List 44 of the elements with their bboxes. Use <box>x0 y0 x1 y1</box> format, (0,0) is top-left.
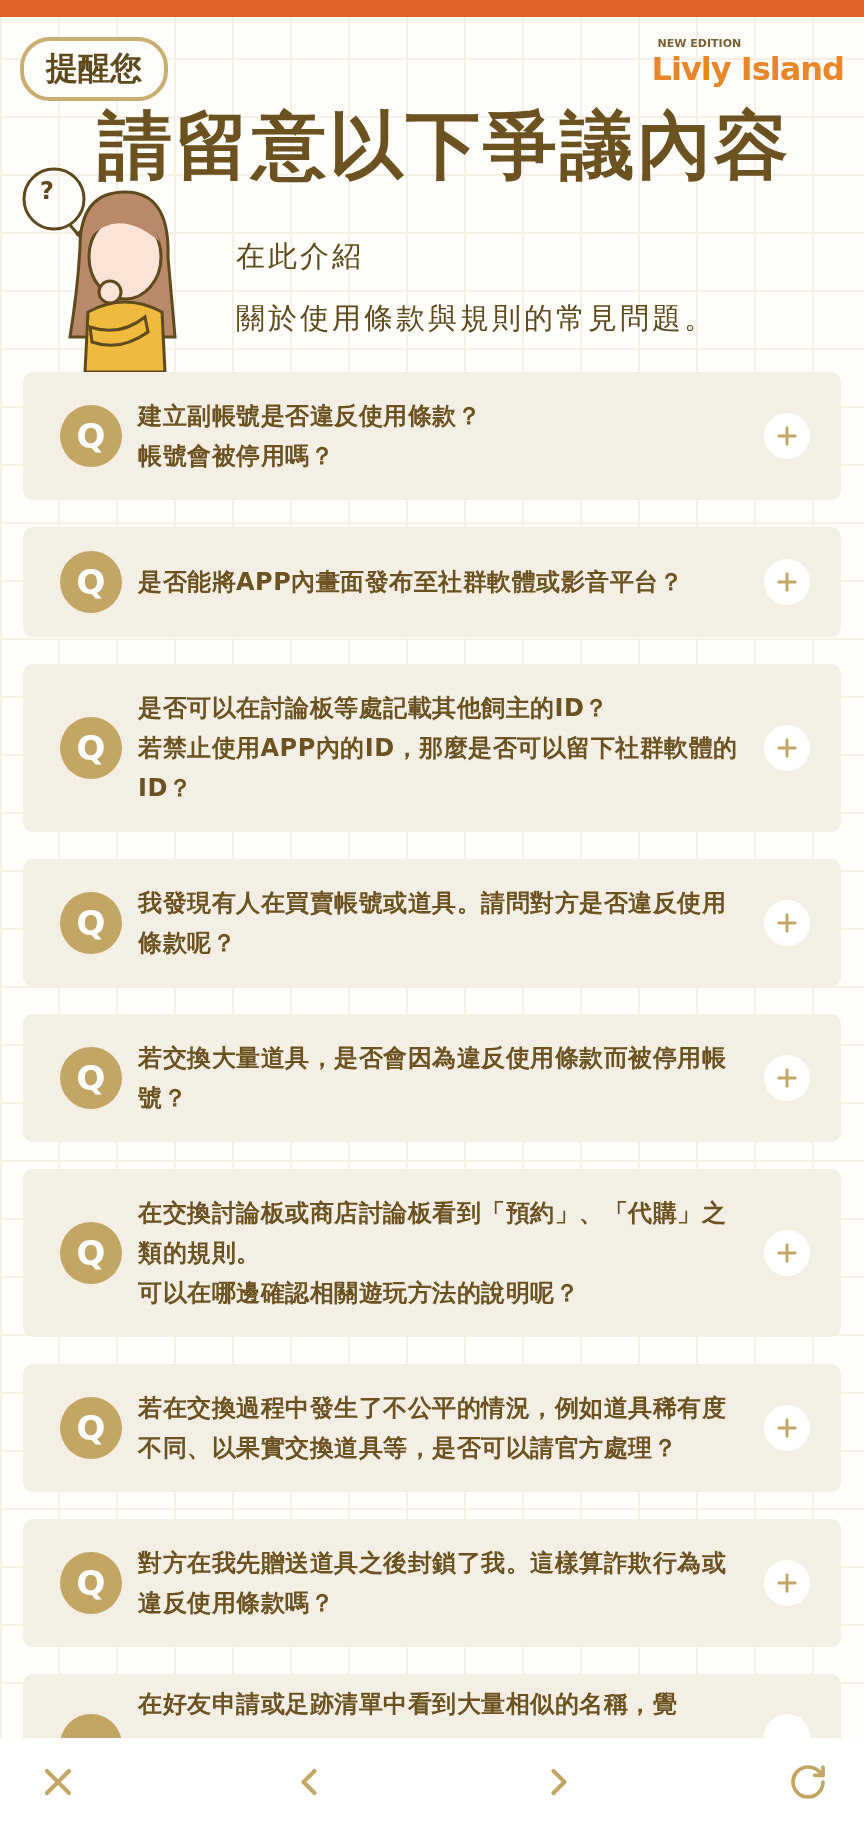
question-text: 在交換討論板或商店討論板看到「預約」、「代購」之類的規則。 <box>138 1198 727 1269</box>
question-mark: ? <box>40 177 54 205</box>
faq-card[interactable]: 在好友申請或足跡清單中看到大量相似的名稱，覺 <box>23 1674 841 1738</box>
expand-button[interactable] <box>764 1405 810 1451</box>
question-text: 可以在哪邊確認相關遊玩方法的說明呢？ <box>138 1278 580 1309</box>
question-marker: Q <box>60 551 122 613</box>
question-text: 對方在我先贈送道具之後封鎖了我。這樣算詐欺行為或違反使用條款嗎？ <box>138 1548 727 1619</box>
question-text: 是否可以在討論板等處記載其他飼主的ID？ <box>138 693 610 724</box>
faq-card[interactable]: Q 我發現有人在買賣帳號或道具。請問對方是否違反使用條款呢？ <box>23 859 841 987</box>
question-marker: Q <box>60 1047 122 1109</box>
faq-card[interactable]: Q 若在交換過程中發生了不公平的情況，例如道具稀有度不同、以果實交換道具等，是否可以請官方處理？ <box>23 1364 841 1492</box>
expand-button[interactable] <box>764 1055 810 1101</box>
expand-button[interactable] <box>764 1560 810 1606</box>
logo: Livly Island <box>651 50 844 88</box>
faq-card[interactable]: Q 是否可以在討論板等處記載其他飼主的ID？ 若禁止使用APP內的ID，那麼是否可以留下社群軟體的ID？ <box>23 664 841 832</box>
expand-button[interactable] <box>764 559 810 605</box>
question-marker: Q <box>60 405 122 467</box>
question-marker: Q <box>60 1222 122 1284</box>
question-text: 帳號會被停用嗎？ <box>138 441 335 472</box>
question-text: 若禁止使用APP內的ID，那麼是否可以留下社群軟體的ID？ <box>138 733 739 804</box>
question-text: 我發現有人在買賣帳號或道具。請問對方是否違反使用條款呢？ <box>138 888 727 959</box>
intro-text: 關於使用條款與規則的常見問題。 <box>236 300 716 337</box>
faq-card[interactable]: Q 建立副帳號是否違反使用條款？ 帳號會被停用嗎？ <box>23 372 841 500</box>
question-marker: Q <box>60 717 122 779</box>
question-marker: Q <box>60 1397 122 1459</box>
question-text: 若交換大量道具，是否會因為違反使用條款而被停用帳號？ <box>138 1043 727 1114</box>
question-text: 在好友申請或足跡清單中看到大量相似的名稱，覺 <box>138 1689 678 1720</box>
faq-card[interactable]: Q 是否能將APP內畫面發布至社群軟體或影音平台？ <box>23 527 841 637</box>
expand-button[interactable] <box>764 413 810 459</box>
logo-edition: NEW EDITION <box>657 37 742 50</box>
expand-button[interactable] <box>764 900 810 946</box>
reminder-badge: 提醒您 <box>20 37 168 101</box>
expand-button[interactable] <box>764 1230 810 1276</box>
question-text: 建立副帳號是否違反使用條款？ <box>138 401 482 432</box>
faq-card[interactable]: Q 若交換大量道具，是否會因為違反使用條款而被停用帳號？ <box>23 1014 841 1142</box>
faq-card[interactable]: Q 在交換討論板或商店討論板看到「預約」、「代購」之類的規則。 可以在哪邊確認相關遊玩方法的說明呢？ <box>23 1169 841 1337</box>
question-marker: Q <box>60 892 122 954</box>
question-text: 是否能將APP內畫面發布至社群軟體或影音平台？ <box>138 567 685 598</box>
intro-text: 在此介紹 <box>236 238 365 275</box>
faq-card[interactable]: Q 對方在我先贈送道具之後封鎖了我。這樣算詐欺行為或違反使用條款嗎？ <box>23 1519 841 1647</box>
expand-button[interactable] <box>764 725 810 771</box>
question-marker: Q <box>60 1552 122 1614</box>
question-text: 若在交換過程中發生了不公平的情況，例如道具稀有度不同、以果實交換道具等，是否可以請官方處理？ <box>138 1393 727 1464</box>
page-title: 請留意以下爭議內容 <box>98 101 791 190</box>
